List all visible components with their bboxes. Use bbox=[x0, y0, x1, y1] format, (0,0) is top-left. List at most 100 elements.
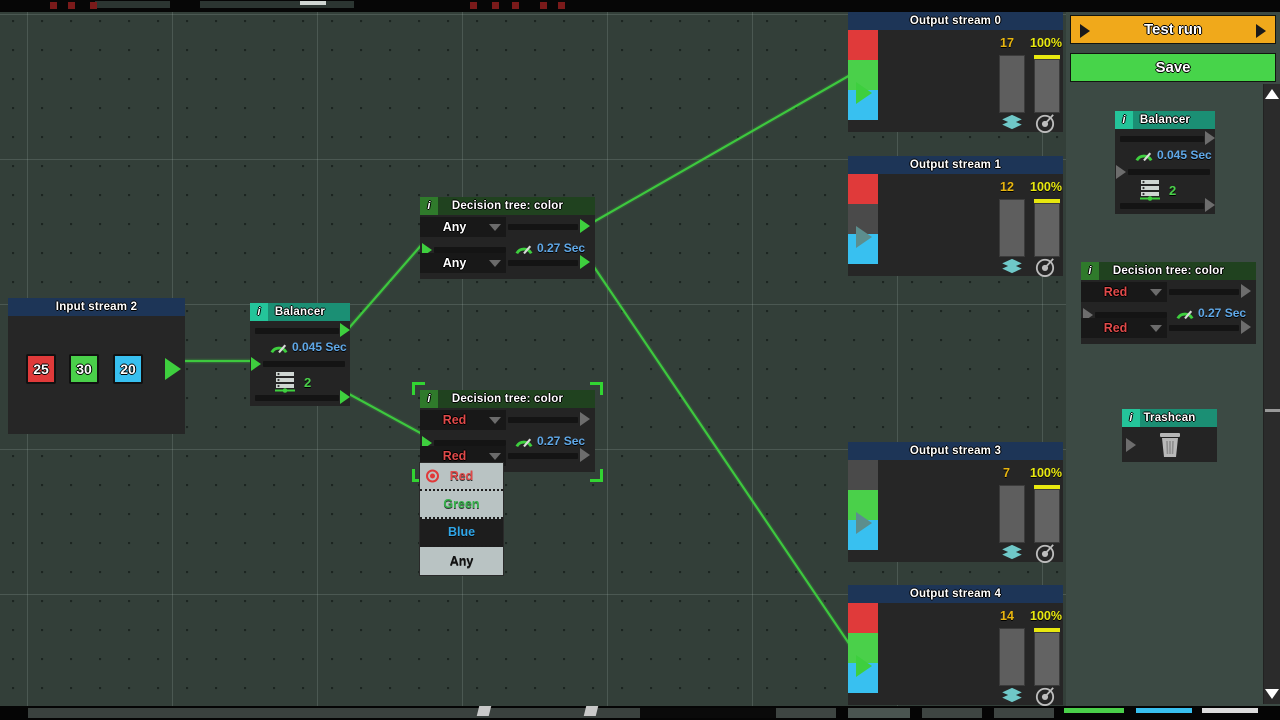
decision-tree-top-out-port-1[interactable] bbox=[580, 219, 590, 233]
palette-trashcan-body bbox=[1122, 427, 1217, 462]
gauge-icon bbox=[515, 245, 533, 255]
output-stream-0-input-port[interactable] bbox=[856, 82, 872, 104]
chrome-dot-8 bbox=[558, 2, 565, 9]
palette-trashcan-in-port[interactable] bbox=[1126, 438, 1136, 452]
output-stream-panel-0[interactable]: Output stream 0 17 100% bbox=[848, 12, 1063, 133]
output-stream-panel-1[interactable]: Output stream 1 12 100% bbox=[848, 156, 1063, 277]
output-stream-3-percent: 100% bbox=[1030, 466, 1062, 480]
output-stream-1-body: 12 100% bbox=[848, 174, 1063, 277]
output-stream-panel-4[interactable]: Output stream 4 14 100% bbox=[848, 585, 1063, 706]
dropdown-option-green[interactable]: Green bbox=[420, 491, 503, 519]
input-stream-panel[interactable]: Input stream 2 25 30 20 bbox=[8, 298, 223, 434]
palette-decision-tree-condition-1-value: Red bbox=[1103, 285, 1128, 299]
dropdown-option-blue[interactable]: Blue bbox=[420, 519, 503, 547]
target-icon bbox=[1035, 258, 1055, 277]
decision-tree-bottom-title: Decision tree: color bbox=[451, 393, 564, 405]
chrome-highlight bbox=[300, 1, 326, 5]
decision-tree-bottom-rail-2 bbox=[508, 453, 578, 459]
decision-tree-top-condition-1[interactable]: Any bbox=[420, 217, 506, 237]
scroll-down-icon[interactable] bbox=[1265, 689, 1279, 699]
decision-tree-bottom-speed-field[interactable]: 0.27 Sec bbox=[512, 433, 589, 449]
info-icon[interactable]: i bbox=[420, 390, 438, 408]
output-stream-1-input-port[interactable] bbox=[856, 226, 872, 248]
balancer-rail-mid bbox=[263, 361, 345, 367]
decision-tree-top-speed-field[interactable]: 0.27 Sec bbox=[512, 240, 589, 256]
palette-decision-tree-condition-2-value: Red bbox=[1103, 321, 1128, 335]
palette-balancer-in-port[interactable] bbox=[1116, 165, 1126, 179]
balancer-out-port-top[interactable] bbox=[340, 323, 350, 337]
chevron-down-icon[interactable] bbox=[489, 223, 501, 231]
decision-tree-bottom-out-port-2[interactable] bbox=[580, 448, 590, 462]
input-chip-green[interactable]: 30 bbox=[69, 354, 99, 384]
info-icon[interactable]: i bbox=[420, 197, 438, 215]
palette-scrollbar[interactable] bbox=[1263, 84, 1280, 704]
palette-decision-tree-condition-2[interactable]: Red bbox=[1081, 318, 1167, 338]
decision-tree-bottom-out-port-1[interactable] bbox=[580, 412, 590, 426]
output-chip-red bbox=[848, 603, 878, 633]
palette-dt-rail-1 bbox=[1169, 289, 1239, 295]
output-stream-1-count-bar bbox=[999, 199, 1025, 257]
palette-balancer-node[interactable]: i Balancer 0.045 Sec 2 bbox=[1115, 111, 1215, 214]
top-chrome-bar bbox=[0, 0, 1280, 12]
input-chip-red[interactable]: 25 bbox=[26, 354, 56, 384]
scroll-up-icon[interactable] bbox=[1265, 89, 1279, 99]
output-stream-4-input-port[interactable] bbox=[856, 655, 872, 677]
decision-tree-top-out-port-2[interactable] bbox=[580, 255, 590, 269]
palette-dt-out-port-1[interactable] bbox=[1241, 284, 1251, 298]
info-icon[interactable]: i bbox=[1122, 409, 1140, 427]
save-button[interactable]: Save bbox=[1070, 53, 1276, 82]
chevron-down-icon[interactable] bbox=[489, 416, 501, 424]
output-chip-red bbox=[848, 30, 878, 60]
palette-dt-out-port-2[interactable] bbox=[1241, 320, 1251, 334]
output-stream-1-accuracy-bar bbox=[1034, 203, 1060, 257]
output-stream-4-body: 14 100% bbox=[848, 603, 1063, 706]
bottom-tile-white bbox=[1202, 708, 1258, 713]
decision-tree-node-top[interactable]: i Decision tree: color Any 0.27 Sec Any bbox=[420, 197, 595, 279]
decision-tree-node-bottom[interactable]: i Decision tree: color Red 0.27 Sec Red bbox=[412, 382, 603, 482]
color-dropdown-menu[interactable]: Red Green Blue Any bbox=[419, 462, 504, 576]
palette-decision-tree-condition-1[interactable]: Red bbox=[1081, 282, 1167, 302]
chevron-down-icon[interactable] bbox=[1150, 288, 1162, 296]
dropdown-option-any[interactable]: Any bbox=[420, 547, 503, 575]
output-stream-3-input-port[interactable] bbox=[856, 512, 872, 534]
balancer-speed-field[interactable]: 0.045 Sec bbox=[270, 340, 347, 354]
chevron-down-icon[interactable] bbox=[1150, 324, 1162, 332]
info-icon[interactable]: i bbox=[250, 303, 268, 321]
chrome-dot-5 bbox=[492, 2, 499, 9]
balancer-in-port[interactable] bbox=[251, 357, 261, 371]
chevron-down-icon[interactable] bbox=[489, 259, 501, 267]
decision-tree-top-rail-2 bbox=[508, 260, 578, 266]
balancer-speed-value: 0.045 Sec bbox=[292, 340, 347, 354]
decision-tree-top-body: Any 0.27 Sec Any bbox=[420, 215, 595, 279]
chrome-dot-6 bbox=[512, 2, 519, 9]
chevron-down-icon[interactable] bbox=[489, 452, 501, 460]
palette-balancer-count-field[interactable]: 2 bbox=[1139, 179, 1176, 201]
output-stream-panel-3[interactable]: Output stream 3 7 100% bbox=[848, 442, 1063, 563]
palette-dt-speed-field[interactable]: 0.27 Sec bbox=[1173, 305, 1250, 321]
node-graph-canvas[interactable]: Input stream 2 25 30 20 i Balancer 0.045… bbox=[0, 12, 1066, 706]
palette-balancer-out-port-bottom[interactable] bbox=[1205, 198, 1215, 212]
palette-balancer-out-port-top[interactable] bbox=[1205, 131, 1215, 145]
balancer-count-field[interactable]: 2 bbox=[274, 371, 311, 393]
input-chip-blue[interactable]: 20 bbox=[113, 354, 143, 384]
balancer-out-port-bottom[interactable] bbox=[340, 390, 350, 404]
palette-balancer-speed-field[interactable]: 0.045 Sec bbox=[1135, 148, 1212, 162]
dropdown-option-red[interactable]: Red bbox=[420, 463, 503, 491]
info-icon[interactable]: i bbox=[1115, 111, 1133, 129]
palette-decision-tree-node[interactable]: i Decision tree: color Red 0.27 Sec Red bbox=[1081, 262, 1256, 344]
test-run-button[interactable]: Test run bbox=[1070, 15, 1276, 44]
node-palette[interactable]: i Balancer 0.045 Sec 2 i Decision tree: … bbox=[1070, 84, 1263, 704]
balancer-body: 0.045 Sec 2 bbox=[250, 321, 350, 406]
palette-trashcan-node[interactable]: i Trashcan bbox=[1122, 409, 1217, 462]
output-stream-4-count-bar bbox=[999, 628, 1025, 686]
balancer-node[interactable]: i Balancer 0.045 Sec 2 bbox=[250, 303, 350, 406]
bottom-tile-blue bbox=[1136, 708, 1192, 713]
decision-tree-top-condition-2[interactable]: Any bbox=[420, 253, 506, 273]
input-stream-output-port[interactable] bbox=[165, 358, 181, 380]
bottom-tile-2 bbox=[848, 708, 910, 718]
scrollbar-thumb-divider[interactable] bbox=[1265, 409, 1280, 412]
info-icon[interactable]: i bbox=[1081, 262, 1099, 280]
palette-decision-tree-title: Decision tree: color bbox=[1112, 265, 1225, 277]
decision-tree-bottom-condition-1[interactable]: Red bbox=[420, 410, 506, 430]
stack-slider-icon bbox=[275, 372, 295, 393]
